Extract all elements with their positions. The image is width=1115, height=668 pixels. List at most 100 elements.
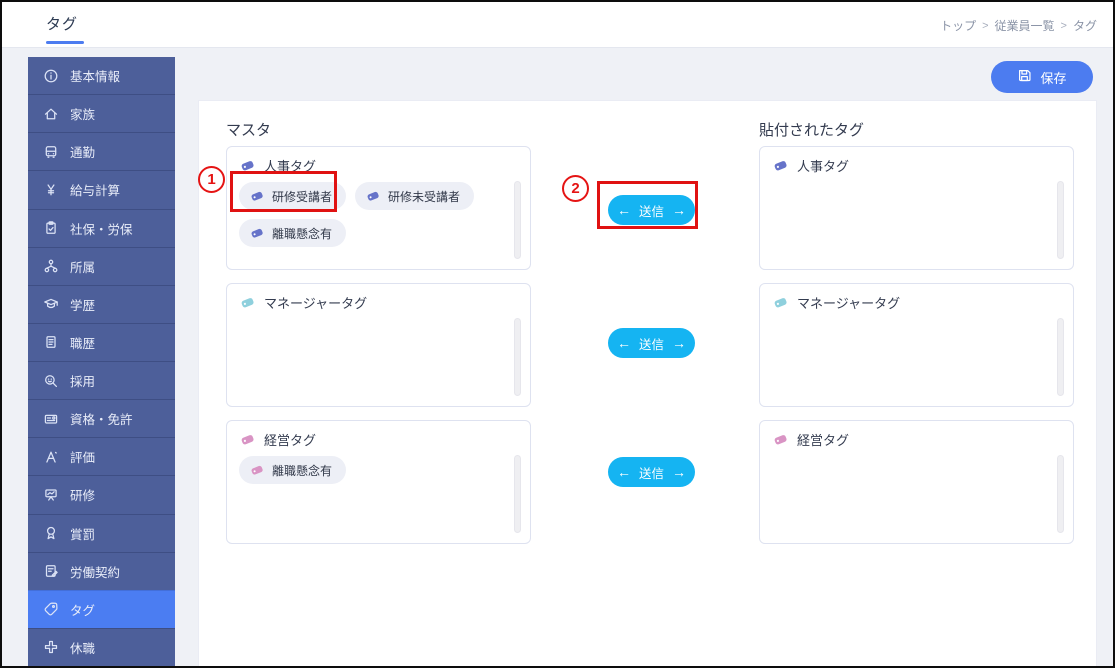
scrollbar-thumb[interactable]: [514, 181, 521, 259]
recruit-search-icon: [45, 374, 58, 387]
tag-group-name: マネージャータグ: [797, 296, 901, 311]
tag-pill-label: 離職懸念有: [272, 463, 333, 478]
sidebar-item-plus-cross[interactable]: 休職: [28, 627, 175, 666]
attached-column: 人事タグ マネージャータグ 経営タグ: [759, 146, 1074, 544]
scrollbar-thumb[interactable]: [514, 318, 521, 396]
tag-color-icon: [774, 298, 787, 308]
attached-column-title: 貼付されたタグ: [759, 122, 865, 139]
sidebar-item-grade-a[interactable]: 評価: [28, 437, 175, 475]
sidebar-item-recruit-search[interactable]: 採用: [28, 361, 175, 399]
tag-group-header: 経営タグ: [760, 421, 1073, 453]
tag-color-icon: [774, 435, 787, 445]
tag-color-icon: [241, 298, 254, 308]
arrow-left-icon: ←: [616, 335, 631, 351]
resume-icon: [46, 336, 56, 349]
tag-color-icon: [251, 228, 263, 238]
tag-color-icon: [251, 465, 263, 475]
sidebar-item-clipboard[interactable]: 社保・労保: [28, 208, 175, 247]
sidebar-item-org-chart[interactable]: 所属: [28, 246, 175, 285]
breadcrumb: トップ > 従業員一覧 > タグ: [940, 17, 1097, 34]
sidebar-item-label: 資格・免許: [70, 413, 133, 428]
sidebar-item-license-card[interactable]: 資格・免許: [28, 399, 175, 437]
page-title: タグ: [46, 16, 79, 33]
sidebar-item-label: 所属: [70, 260, 96, 275]
scrollbar-thumb[interactable]: [1057, 181, 1064, 259]
sidebar-item-info[interactable]: 基本情報: [28, 57, 175, 94]
grade-a-icon: [46, 451, 57, 463]
arrow-left-icon: ←: [616, 464, 631, 480]
tag-color-icon: [367, 191, 379, 201]
sidebar-item-label: 基本情報: [70, 70, 121, 85]
sidebar-item-tag[interactable]: タグ: [28, 589, 175, 628]
master-column-title: マスタ: [226, 122, 272, 139]
tag-group-box: 経営タグ: [759, 420, 1074, 544]
tag-pill[interactable]: 離職懸念有: [239, 219, 347, 247]
tag-group-box: マネージャータグ: [759, 283, 1074, 407]
tag-group-header: 経営タグ: [227, 421, 530, 453]
send-button[interactable]: ← 送信 →: [608, 328, 695, 358]
scrollbar-thumb[interactable]: [514, 455, 521, 533]
award-medal-icon: [46, 526, 56, 540]
license-card-icon: [44, 414, 58, 424]
tag-group-name: 人事タグ: [797, 159, 850, 174]
training-board-icon: [45, 489, 57, 501]
sidebar-item-label: 賞罰: [70, 527, 96, 542]
sidebar-item-home[interactable]: 家族: [28, 94, 175, 132]
sidebar-item-label: 労働契約: [70, 565, 121, 580]
tag-group-name: 経営タグ: [797, 433, 850, 448]
sidebar-item-bus[interactable]: 通勤: [28, 132, 175, 170]
tag-pill-label: 離職懸念有: [272, 226, 333, 241]
plus-cross-icon: [44, 641, 58, 654]
page-header: タグ トップ > 従業員一覧 > タグ: [2, 2, 1113, 48]
scrollbar-thumb[interactable]: [1057, 455, 1064, 533]
send-button-label: 送信: [638, 337, 664, 352]
send-button-label: 送信: [638, 466, 664, 481]
tag-pill[interactable]: 離職懸念有: [239, 456, 347, 484]
sidebar-item-label: タグ: [70, 603, 96, 618]
clipboard-icon: [46, 221, 56, 234]
sidebar-item-yen[interactable]: 給与計算: [28, 170, 175, 208]
sidebar-item-label: 評価: [70, 451, 96, 466]
tag-group-header: マネージャータグ: [760, 284, 1073, 316]
sidebar-item-contract-pen[interactable]: 労働契約: [28, 551, 175, 590]
screen: タグ トップ > 従業員一覧 > タグ 基本情報家族通勤給与計算社保・労保所属学歴職歴採…: [0, 0, 1115, 668]
tag-group-name: 経営タグ: [264, 433, 317, 448]
tag-group-body: 離職懸念有: [227, 453, 530, 492]
sidebar-item-award-medal[interactable]: 賞罰: [28, 513, 175, 552]
tag-pill[interactable]: 研修未受講者: [355, 182, 475, 210]
tag-icon: [44, 602, 58, 616]
tag-group-body: [760, 316, 1073, 327]
tag-group-header: マネージャータグ: [227, 284, 530, 316]
save-icon: [1017, 68, 1032, 86]
sidebar-item-label: 社保・労保: [70, 222, 133, 237]
tag-group-box: 経営タグ 離職懸念有: [226, 420, 531, 544]
breadcrumb-separator: >: [982, 19, 989, 32]
sidebar: 基本情報家族通勤給与計算社保・労保所属学歴職歴採用資格・免許評価研修賞罰労働契約…: [28, 57, 175, 666]
sidebar-item-label: 職歴: [70, 336, 96, 351]
annotation-circle-1: 1: [198, 166, 225, 193]
home-icon: [44, 108, 58, 120]
annotation-circle-2: 2: [562, 175, 589, 202]
breadcrumb-item[interactable]: 従業員一覧: [995, 17, 1055, 34]
send-button[interactable]: ← 送信 →: [608, 457, 695, 487]
scrollbar-thumb[interactable]: [1057, 318, 1064, 396]
annotation-rect-2: [597, 181, 698, 229]
tag-group-name: マネージャータグ: [264, 296, 368, 311]
contract-pen-icon: [45, 565, 58, 578]
tag-color-icon: [774, 161, 787, 171]
sidebar-item-label: 家族: [70, 108, 96, 123]
save-button[interactable]: 保存: [991, 61, 1093, 93]
sidebar-item-graduation-cap[interactable]: 学歴: [28, 284, 175, 323]
sidebar-item-label: 休職: [70, 641, 96, 656]
info-icon: [44, 69, 58, 82]
breadcrumb-item[interactable]: トップ: [940, 17, 976, 34]
sidebar-item-training-board[interactable]: 研修: [28, 475, 175, 513]
title-underline: [46, 41, 84, 44]
sidebar-item-resume[interactable]: 職歴: [28, 322, 175, 361]
breadcrumb-separator: >: [1060, 19, 1067, 32]
bus-icon: [45, 145, 57, 158]
org-chart-icon: [44, 259, 58, 273]
tag-group-body: [760, 179, 1073, 190]
sidebar-item-label: 通勤: [70, 146, 96, 161]
sidebar-item-label: 給与計算: [70, 184, 121, 199]
